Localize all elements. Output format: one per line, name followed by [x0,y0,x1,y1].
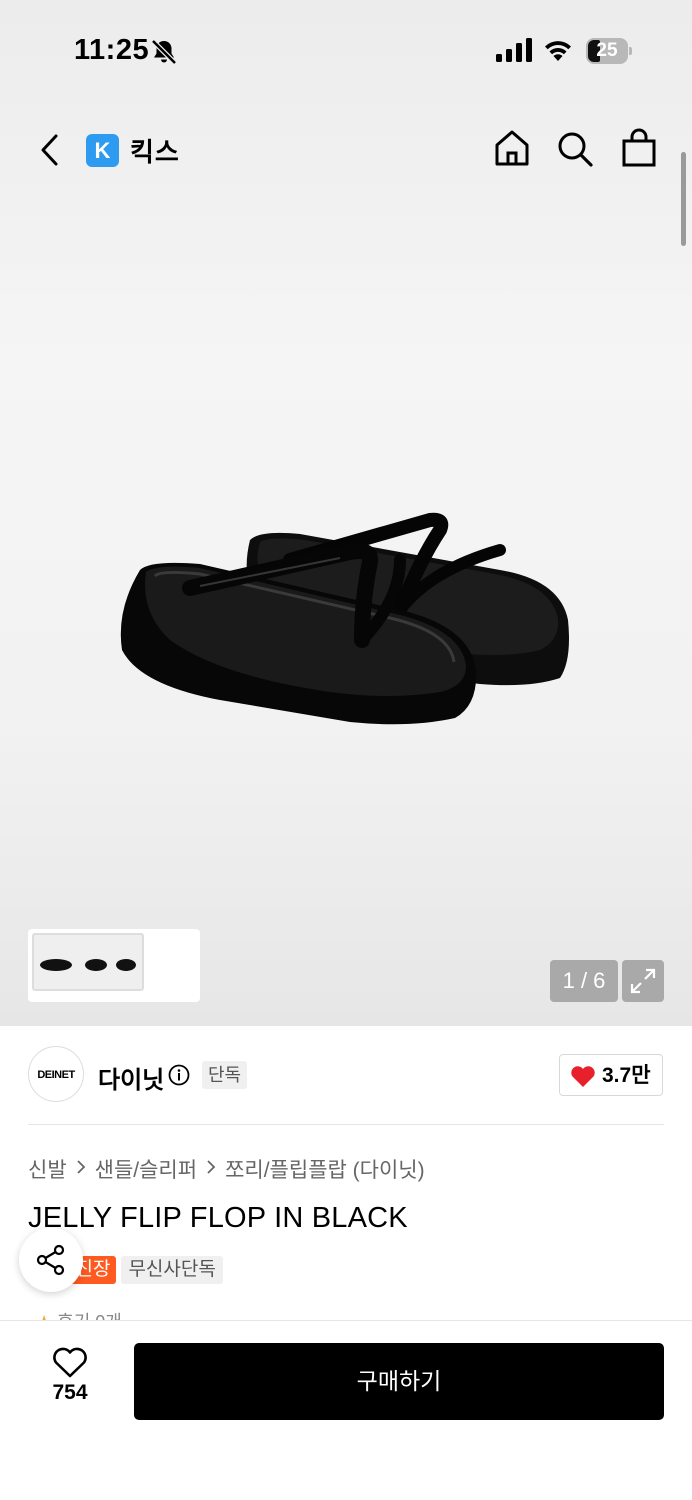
thumbnail-item[interactable] [32,933,144,991]
status-bar: 11:25 25 [0,0,692,100]
search-icon[interactable] [556,130,594,168]
chevron-right-icon [206,1157,216,1181]
buy-button[interactable]: 구매하기 [134,1343,664,1420]
wifi-icon [545,41,571,61]
bell-muted-icon [151,39,177,65]
share-button[interactable] [19,1228,83,1292]
wishlist-button[interactable]: 754 [40,1347,100,1417]
battery-indicator: 25 [586,38,632,64]
exclusive-badge: 단독 [202,1061,248,1089]
info-icon[interactable] [168,1064,190,1086]
breadcrumb-item[interactable]: 신발 [28,1154,67,1184]
app-name[interactable]: 킥스 [130,132,180,169]
cellular-signal-icon [496,38,532,62]
scrollbar[interactable] [681,152,686,246]
product-image[interactable] [100,500,590,740]
app-logo[interactable]: K [86,134,119,167]
chevron-right-icon [76,1157,86,1181]
bottom-action-bar: 754 구매하기 [0,1320,692,1500]
share-icon [36,1244,65,1276]
shopping-bag-icon[interactable] [620,128,658,168]
home-icon[interactable] [492,128,532,168]
exclusive-badge: 무신사단독 [121,1256,223,1284]
product-title: JELLY FLIP FLOP IN BLACK [28,1202,408,1234]
heart-filled-icon [571,1066,595,1087]
brand-like-button[interactable]: 3.7만 [559,1054,663,1096]
top-header: K 킥스 [0,118,692,182]
divider [28,1124,664,1125]
brand-name[interactable]: 다이닛 [98,1060,164,1095]
breadcrumb: 신발 샌들/슬리퍼 쪼리/플립플랍 (다이닛) [28,1154,425,1184]
brand-like-count: 3.7만 [602,1064,651,1087]
breadcrumb-item[interactable]: 쪼리/플립플랍 (다이닛) [225,1154,425,1184]
expand-icon [630,968,656,994]
heart-outline-icon [53,1347,87,1378]
brand-logo[interactable]: DEINET [28,1046,84,1102]
expand-button[interactable] [622,960,664,1002]
thumbnail-image [40,959,136,971]
status-time: 11:25 [74,34,150,66]
wishlist-count: 754 [52,1381,88,1404]
back-arrow-icon[interactable] [34,130,68,170]
breadcrumb-item[interactable]: 샌들/슬리퍼 [95,1154,197,1184]
battery-level: 25 [596,40,618,61]
image-counter: 1 / 6 [550,960,618,1002]
image-thumbnail-strip[interactable] [28,929,200,1002]
